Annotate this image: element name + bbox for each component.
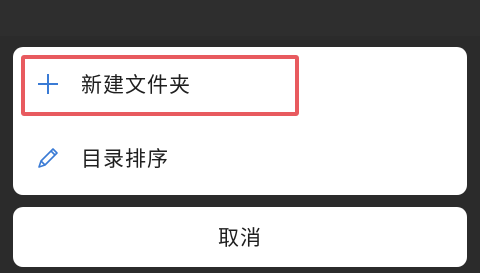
action-sheet: 新建文件夹 目录排序 <box>13 47 467 195</box>
pencil-icon <box>35 145 61 171</box>
plus-icon <box>35 71 61 97</box>
bottom-backdrop <box>0 267 480 273</box>
cancel-button[interactable]: 取消 <box>13 207 467 267</box>
sort-directory-button[interactable]: 目录排序 <box>13 121 467 195</box>
dimmed-backdrop[interactable] <box>0 0 480 36</box>
new-folder-label: 新建文件夹 <box>81 73 191 97</box>
cancel-label: 取消 <box>218 226 262 250</box>
sort-directory-label: 目录排序 <box>81 147 169 171</box>
new-folder-button[interactable]: 新建文件夹 <box>13 47 467 121</box>
